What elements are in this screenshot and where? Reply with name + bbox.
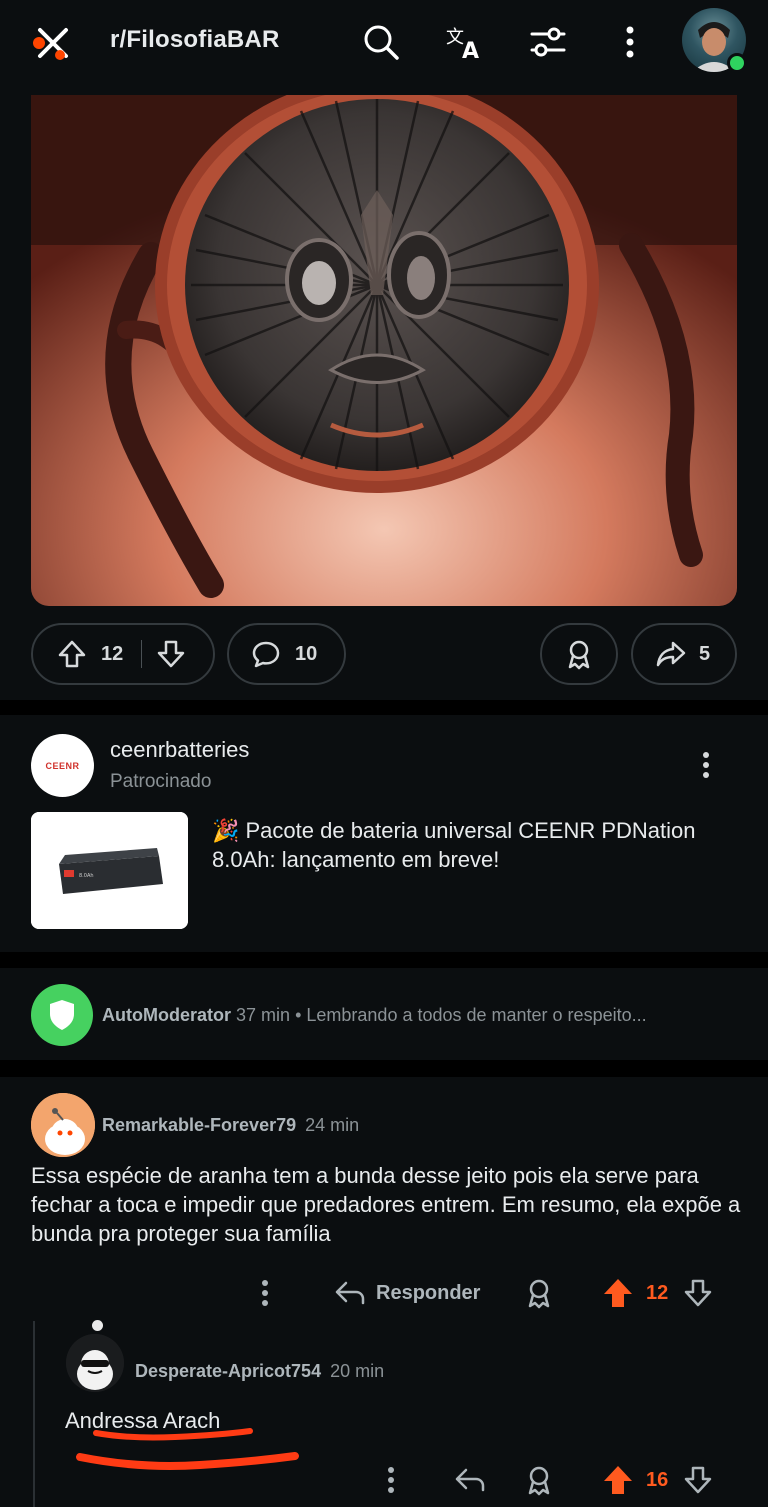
upvote-filled-icon[interactable] (602, 1460, 634, 1500)
comment-score: 12 (646, 1281, 669, 1304)
share-icon (655, 639, 687, 669)
reply-icon[interactable] (454, 1460, 486, 1500)
award-icon[interactable] (524, 1460, 554, 1500)
ad-thumbnail[interactable]: 8.0Ah (31, 812, 188, 929)
commenter-avatar[interactable] (31, 1093, 95, 1157)
commenter-username[interactable]: Remarkable-Forever79 (102, 1115, 296, 1135)
separator-dot: • (295, 1005, 302, 1025)
sponsored-post[interactable]: CEENR ceenrbatteries Patrocinado 8.0Ah 🎉… (0, 715, 768, 952)
reply-body: Andressa Arach (65, 1408, 221, 1433)
top-app-bar: r/FilosofiaBAR 文 A (0, 0, 768, 86)
share-count: 5 (699, 642, 711, 665)
vote-divider (141, 640, 143, 668)
comment-icon (251, 639, 281, 669)
award-icon (564, 638, 594, 670)
search-icon[interactable] (359, 20, 403, 64)
close-brand-icon[interactable] (30, 22, 74, 62)
subreddit-title[interactable]: r/FilosofiaBAR (110, 26, 279, 54)
award-button[interactable] (540, 623, 618, 685)
section-divider (0, 952, 768, 968)
reply-username[interactable]: Desperate-Apricot754 (135, 1361, 321, 1381)
automod-summary: AutoModerator 37 min • Lembrando a todos… (102, 1005, 647, 1026)
translate-icon[interactable]: 文 A (443, 20, 487, 64)
reply-time: 20 min (330, 1361, 385, 1381)
svg-text:A: A (462, 39, 479, 62)
vote-pill: 12 (31, 623, 215, 685)
post-action-bar: 12 10 5 (0, 623, 768, 685)
share-button[interactable]: 5 (631, 623, 737, 685)
reply-score: 16 (646, 1468, 669, 1491)
section-divider (0, 700, 768, 715)
downvote-icon[interactable] (156, 639, 186, 669)
reply-icon (334, 1279, 366, 1307)
reply-action-bar: 16 (0, 1460, 768, 1500)
advertiser-logo[interactable]: CEENR (31, 734, 94, 797)
filter-icon[interactable] (526, 20, 570, 64)
comment-action-bar: Responder 12 (0, 1273, 768, 1313)
reply-label: Responder (376, 1281, 481, 1304)
reply-avatar[interactable] (66, 1334, 124, 1392)
comment-count: 10 (295, 642, 318, 665)
reply-header: Desperate-Apricot754 20 min (135, 1361, 384, 1382)
upvote-count: 12 (101, 642, 124, 665)
automod-comment[interactable]: AutoModerator 37 min • Lembrando a todos… (0, 968, 768, 1060)
section-divider (0, 1060, 768, 1077)
battery-label: 8.0Ah (79, 873, 94, 879)
post-image[interactable] (31, 95, 737, 606)
more-vertical-icon[interactable] (690, 749, 722, 781)
sponsored-label: Patrocinado (110, 771, 212, 792)
more-vertical-icon[interactable] (386, 1460, 396, 1500)
comment-body: Essa espécie de aranha tem a bunda desse… (31, 1163, 741, 1246)
comment-thread: Remarkable-Forever79 24 min Essa espécie… (0, 1077, 768, 1507)
snoo-antenna-dot (92, 1320, 103, 1331)
automod-time: 37 min (236, 1005, 291, 1025)
reply-button[interactable]: Responder (334, 1273, 480, 1313)
upvote-filled-icon[interactable] (602, 1273, 634, 1313)
automod-username[interactable]: AutoModerator (102, 1005, 231, 1025)
automod-preview: Lembrando a todos de manter o respeito..… (306, 1005, 647, 1025)
downvote-icon[interactable] (683, 1460, 713, 1500)
award-icon[interactable] (524, 1273, 554, 1313)
comments-button[interactable]: 10 (227, 623, 346, 685)
comment-time: 24 min (305, 1115, 360, 1135)
ad-headline[interactable]: 🎉 Pacote de bateria universal CEENR PDNa… (212, 816, 732, 874)
online-status-dot (727, 53, 747, 73)
automod-avatar[interactable] (31, 984, 93, 1046)
comment-header: Remarkable-Forever79 24 min (102, 1115, 359, 1136)
upvote-icon[interactable] (57, 639, 87, 669)
downvote-icon[interactable] (683, 1273, 713, 1313)
more-vertical-icon[interactable] (608, 20, 652, 64)
advertiser-logo-text: CEENR (45, 760, 80, 771)
advertiser-name[interactable]: ceenrbatteries (110, 737, 249, 763)
more-vertical-icon[interactable] (260, 1273, 270, 1313)
